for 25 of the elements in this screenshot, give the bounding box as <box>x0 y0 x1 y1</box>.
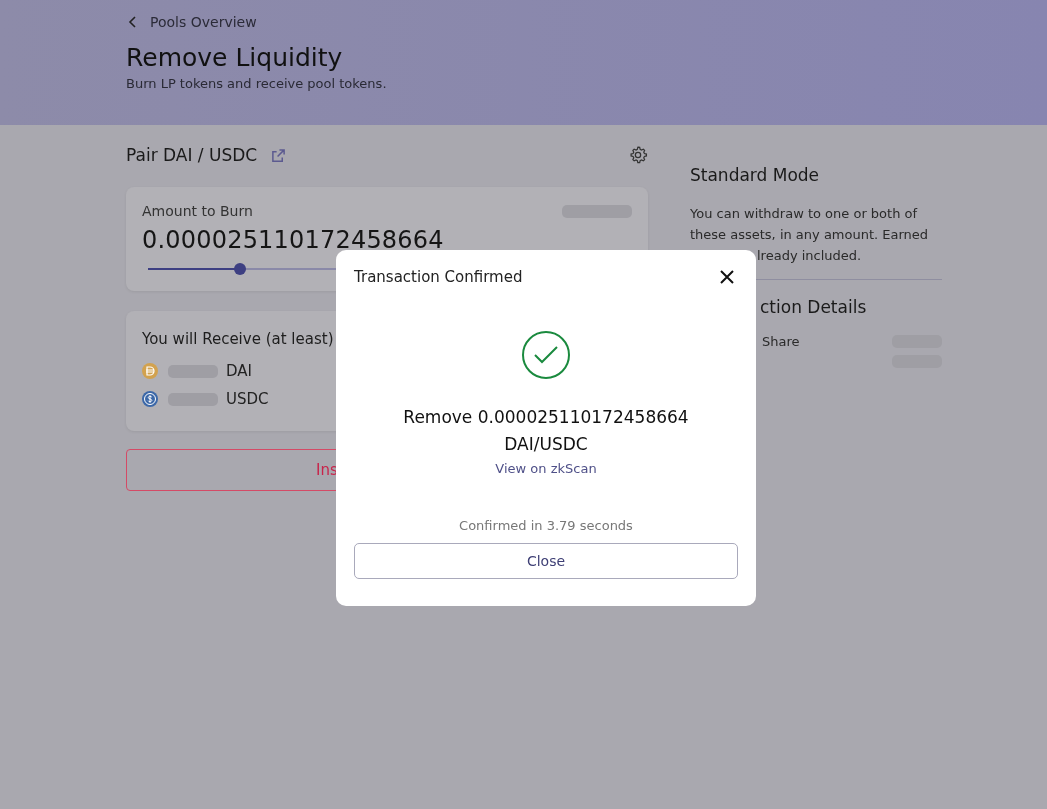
dialog-title: Transaction Confirmed <box>354 268 523 286</box>
back-link[interactable]: Pools Overview <box>128 14 257 30</box>
dialog-message: Remove 0.000025110172458664 DAI/USDC <box>403 406 689 456</box>
details-title: ction Details <box>759 297 868 317</box>
token-symbol: USDC <box>226 390 269 408</box>
detail-label: Share <box>761 333 800 349</box>
token-symbol: DAI <box>226 362 252 380</box>
mode-description: You can withdraw to one or both of these assets, in any amount. Earned lready included. <box>690 205 930 265</box>
close-icon[interactable] <box>720 270 734 284</box>
mode-title: Standard Mode <box>690 165 821 185</box>
close-button[interactable]: Close <box>354 543 738 579</box>
page-subtitle: Burn LP tokens and receive pool tokens. <box>126 76 388 91</box>
check-circle-icon <box>521 330 571 380</box>
pair-title: Pair DAI / USDC <box>126 145 258 165</box>
chevron-left-icon <box>128 16 138 28</box>
coin-icon <box>142 391 158 407</box>
explorer-link[interactable]: View on zkScan <box>495 461 597 476</box>
coin-icon <box>142 363 158 379</box>
page-title: Remove Liquidity <box>126 43 344 72</box>
confirmation-time: Confirmed in 3.79 seconds <box>459 518 633 533</box>
settings-icon[interactable] <box>628 145 648 165</box>
external-link-icon[interactable] <box>271 147 287 163</box>
amount-value[interactable]: 0.000025110172458664 <box>142 226 632 254</box>
amount-label: Amount to Burn <box>142 203 253 219</box>
receive-title: You will Receive (at least) <box>142 330 335 348</box>
